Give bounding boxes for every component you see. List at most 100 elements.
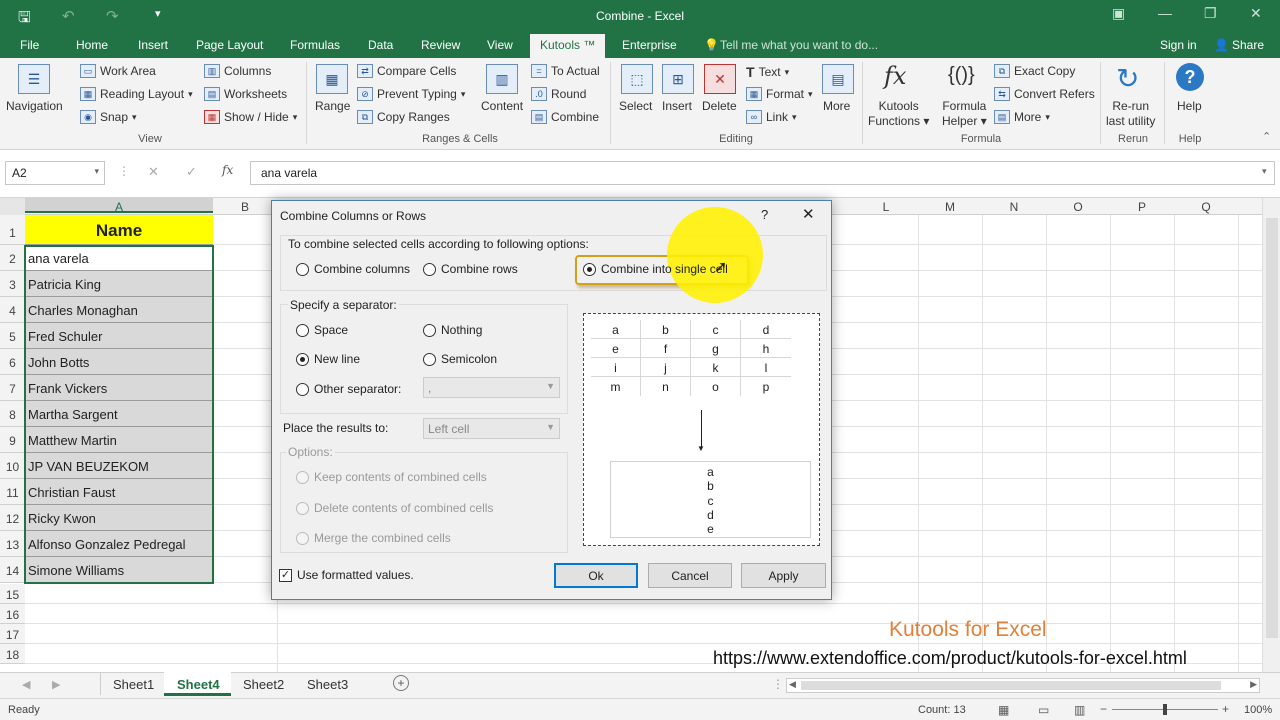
- semicolon-radio[interactable]: Semicolon: [423, 352, 497, 367]
- row-header[interactable]: 7: [0, 375, 25, 401]
- name-cell[interactable]: Matthew Martin: [25, 427, 213, 453]
- tab-kutools[interactable]: Kutools ™: [530, 34, 606, 58]
- copy-ranges-button[interactable]: ⧉ Copy Ranges: [357, 110, 450, 124]
- column-header-p[interactable]: P: [1110, 200, 1174, 214]
- column-header-o[interactable]: O: [1046, 200, 1110, 214]
- ribbon-display-icon[interactable]: ▣: [1112, 5, 1125, 22]
- tab-review[interactable]: Review: [421, 38, 460, 52]
- tab-home[interactable]: Home: [76, 38, 108, 52]
- link-button[interactable]: ∞ Link ▾: [746, 110, 797, 124]
- kutools-functions-button[interactable]: Kutools Functions ▾: [868, 99, 929, 129]
- keep-contents-radio[interactable]: Keep contents of combined cells: [296, 470, 487, 485]
- reading-layout-button[interactable]: ▦ Reading Layout ▾: [80, 87, 193, 101]
- more-formula-button[interactable]: ▤ More ▾: [994, 110, 1050, 124]
- sheet-tab-sheet2[interactable]: Sheet2: [243, 677, 284, 692]
- tab-insert[interactable]: Insert: [138, 38, 168, 52]
- round-button[interactable]: .0 Round: [531, 87, 586, 101]
- row-header[interactable]: 6: [0, 349, 25, 375]
- row-header[interactable]: 17: [0, 624, 25, 644]
- zoom-slider-thumb[interactable]: [1163, 704, 1167, 715]
- columns-button[interactable]: ▥ Columns: [204, 64, 271, 78]
- formula-input[interactable]: ana varela: [250, 161, 1275, 185]
- name-header-cell[interactable]: Name: [25, 215, 213, 245]
- navigation-button[interactable]: Navigation: [6, 99, 63, 113]
- column-header-a[interactable]: A: [25, 198, 213, 214]
- convert-refers-button[interactable]: ⇆ Convert Refers: [994, 87, 1095, 101]
- row-header[interactable]: 14: [0, 557, 25, 583]
- name-cell[interactable]: ana varela: [25, 245, 213, 271]
- dialog-close-icon[interactable]: ✕: [802, 205, 815, 223]
- tab-enterprise[interactable]: Enterprise: [622, 38, 677, 52]
- row-header[interactable]: 10: [0, 453, 25, 479]
- name-box[interactable]: A2 ▾: [5, 161, 105, 185]
- dialog-help-button[interactable]: ?: [761, 207, 768, 222]
- add-sheet-icon[interactable]: +: [393, 675, 409, 691]
- row-header[interactable]: 9: [0, 427, 25, 453]
- combine-button[interactable]: ▤ Combine: [531, 110, 599, 124]
- row-header[interactable]: 3: [0, 271, 25, 297]
- name-cell[interactable]: Alfonso Gonzalez Pedregal: [25, 531, 213, 557]
- cancel-button[interactable]: Cancel: [648, 563, 732, 588]
- name-cell[interactable]: Ricky Kwon: [25, 505, 213, 531]
- cancel-entry-icon[interactable]: ✕: [148, 164, 159, 180]
- name-cell[interactable]: Fred Schuler: [25, 323, 213, 349]
- to-actual-button[interactable]: = To Actual: [531, 64, 600, 78]
- tab-formulas[interactable]: Formulas: [290, 38, 340, 52]
- name-cell[interactable]: Simone Williams: [25, 557, 213, 583]
- snap-button[interactable]: ◉ Snap ▾: [80, 110, 137, 124]
- row-header[interactable]: 5: [0, 323, 25, 349]
- name-cell[interactable]: Christian Faust: [25, 479, 213, 505]
- minimize-icon[interactable]: —: [1158, 5, 1172, 21]
- tell-me-search[interactable]: Tell me what you want to do...: [720, 38, 878, 52]
- tab-view[interactable]: View: [487, 38, 513, 52]
- sheet-tab-sheet4[interactable]: Sheet4: [177, 677, 220, 692]
- range-button[interactable]: Range: [315, 99, 350, 113]
- column-header-b[interactable]: B: [213, 200, 277, 214]
- merge-cells-radio[interactable]: Merge the combined cells: [296, 531, 451, 546]
- row-header[interactable]: 13: [0, 531, 25, 557]
- column-header-n[interactable]: N: [982, 200, 1046, 214]
- insert-button[interactable]: Insert: [662, 99, 692, 113]
- close-icon[interactable]: ✕: [1250, 5, 1262, 22]
- tab-page-layout[interactable]: Page Layout: [196, 38, 263, 52]
- zoom-out-icon[interactable]: −: [1100, 702, 1107, 716]
- work-area-button[interactable]: ▭ Work Area: [80, 64, 156, 78]
- rerun-button[interactable]: Re-run last utility: [1106, 99, 1155, 129]
- next-sheet-icon[interactable]: ▶: [52, 678, 60, 691]
- scroll-right-icon[interactable]: ▶: [1250, 679, 1257, 690]
- name-cell[interactable]: Charles Monaghan: [25, 297, 213, 323]
- prevent-typing-button[interactable]: ⊘ Prevent Typing ▾: [357, 87, 465, 101]
- sheet-tab-sheet3[interactable]: Sheet3: [307, 677, 348, 692]
- name-cell[interactable]: JP VAN BEUZEKOM: [25, 453, 213, 479]
- horizontal-scrollbar[interactable]: ◀ ▶: [786, 678, 1260, 693]
- share-button[interactable]: Share: [1232, 38, 1264, 52]
- tab-file[interactable]: File: [20, 38, 39, 52]
- expand-formula-bar-icon[interactable]: ▾: [1262, 166, 1267, 177]
- confirm-entry-icon[interactable]: ✓: [186, 164, 197, 180]
- other-separator-radio[interactable]: Other separator:: [296, 382, 401, 397]
- row-header[interactable]: 12: [0, 505, 25, 531]
- more-button[interactable]: More: [823, 99, 850, 113]
- formula-helper-button[interactable]: Formula Helper ▾: [942, 99, 987, 129]
- show-hide-button[interactable]: ▦ Show / Hide ▾: [204, 110, 297, 124]
- text-button[interactable]: T Text ▾: [746, 64, 789, 80]
- page-break-view-icon[interactable]: ▥: [1074, 703, 1085, 717]
- row-header[interactable]: 8: [0, 401, 25, 427]
- help-button[interactable]: Help: [1177, 99, 1202, 113]
- row-header[interactable]: 11: [0, 479, 25, 505]
- row-header[interactable]: 1: [0, 215, 25, 245]
- sign-in-link[interactable]: Sign in: [1160, 38, 1197, 52]
- scroll-left-icon[interactable]: ◀: [789, 679, 796, 690]
- row-header[interactable]: 15: [0, 584, 25, 604]
- column-header-l[interactable]: L: [854, 200, 918, 214]
- place-results-select[interactable]: Left cell ▼: [423, 418, 560, 439]
- vertical-scrollbar-thumb[interactable]: [1266, 218, 1278, 638]
- combine-single-cell-radio[interactable]: Combine into single cell: [583, 262, 728, 277]
- row-header[interactable]: 4: [0, 297, 25, 323]
- use-formatted-checkbox[interactable]: ✓ Use formatted values.: [279, 568, 414, 583]
- content-button[interactable]: Content: [481, 99, 523, 113]
- name-cell[interactable]: Frank Vickers: [25, 375, 213, 401]
- compare-cells-button[interactable]: ⇄ Compare Cells: [357, 64, 456, 78]
- row-header[interactable]: 16: [0, 604, 25, 624]
- select-all-corner[interactable]: [0, 198, 25, 215]
